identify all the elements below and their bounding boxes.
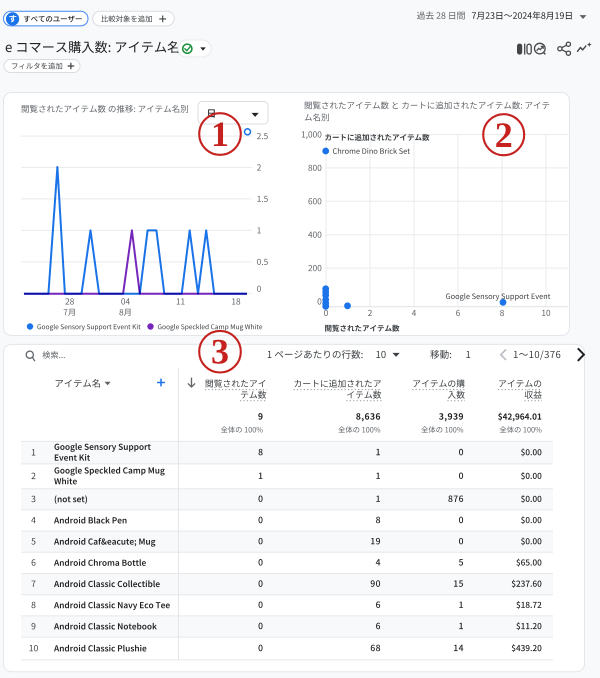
svg-text:2: 2 [495, 115, 513, 155]
svg-text:1: 1 [211, 114, 229, 154]
svg-text:3: 3 [211, 332, 229, 372]
